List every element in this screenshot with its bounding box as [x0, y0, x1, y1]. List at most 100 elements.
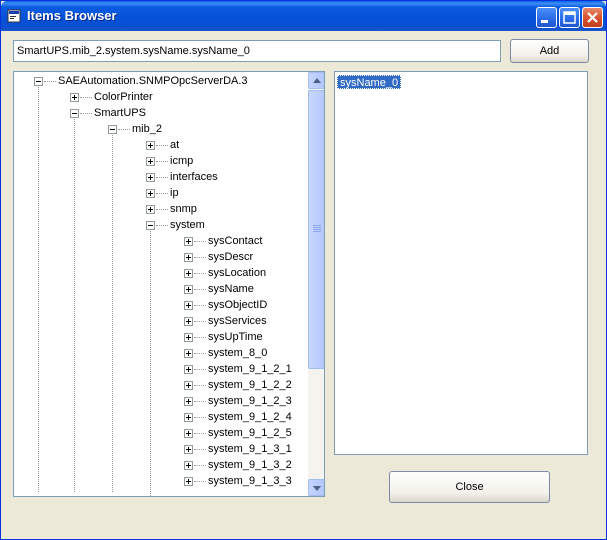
close-button[interactable]: Close	[389, 471, 550, 503]
tree-node-label: system_9_1_2_4	[208, 411, 292, 423]
tree-node-label: sysContact	[208, 235, 263, 247]
tree-node[interactable]: system_9_1_2_5	[14, 426, 308, 442]
tree-connector-line	[156, 161, 168, 162]
tree-connector-line	[194, 465, 206, 466]
add-button[interactable]: Add	[510, 39, 589, 63]
plus-icon[interactable]	[184, 301, 193, 310]
list-item[interactable]: sysName_0	[337, 75, 402, 89]
tree-node[interactable]: sysServices	[14, 314, 308, 330]
plus-icon[interactable]	[146, 157, 155, 166]
minus-icon[interactable]	[70, 109, 79, 118]
tree-node[interactable]: icmp	[14, 154, 308, 170]
tree-node[interactable]: sysUpTime	[14, 330, 308, 346]
tree-node[interactable]: system_8_0	[14, 346, 308, 362]
plus-icon[interactable]	[184, 269, 193, 278]
tree-node[interactable]: ip	[14, 186, 308, 202]
tree-node[interactable]: system_9_1_2_4	[14, 410, 308, 426]
plus-icon[interactable]	[184, 429, 193, 438]
items-list[interactable]: sysName_0	[334, 71, 588, 455]
tree-node-label: system_9_1_3_2	[208, 459, 292, 471]
plus-icon[interactable]	[146, 173, 155, 182]
plus-icon[interactable]	[146, 205, 155, 214]
tree-node[interactable]: sysName	[14, 282, 308, 298]
tree-node[interactable]: sysDescr	[14, 250, 308, 266]
grip-line	[313, 229, 321, 230]
window-title: Items Browser	[27, 8, 117, 23]
tree-node[interactable]: system_9_1_2_3	[14, 394, 308, 410]
tree-node[interactable]: system_9_1_3_3	[14, 474, 308, 490]
tree-node-label: sysLocation	[208, 267, 267, 279]
tree-node-label: ip	[170, 187, 179, 199]
tree-node[interactable]: SmartUPS	[14, 106, 308, 122]
maximize-icon	[563, 11, 576, 24]
tree-node-label: at	[170, 139, 180, 151]
tree-node-label: sysDescr	[208, 251, 254, 263]
tree-node[interactable]: SAEAutomation.SNMPOpcServerDA.3	[14, 74, 308, 90]
close-window-button[interactable]	[582, 7, 603, 28]
plus-icon[interactable]	[184, 413, 193, 422]
plus-icon[interactable]	[184, 397, 193, 406]
plus-icon[interactable]	[184, 381, 193, 390]
tree-node[interactable]: system_9_1_3_2	[14, 458, 308, 474]
tree-node[interactable]: interfaces	[14, 170, 308, 186]
tree-node-label: sysName	[208, 283, 254, 295]
tree-node-label: icmp	[170, 155, 194, 167]
tree-node-label: interfaces	[170, 171, 218, 183]
scroll-down-button[interactable]	[308, 479, 324, 496]
tree-node-label: system_9_1_2_2	[208, 379, 292, 391]
minimize-button[interactable]	[536, 7, 557, 28]
grip-line	[313, 231, 321, 232]
maximize-button[interactable]	[559, 7, 580, 28]
title-bar[interactable]: Items Browser	[1, 1, 606, 31]
tree-node[interactable]: sysLocation	[14, 266, 308, 282]
tree-connector-line	[194, 449, 206, 450]
plus-icon[interactable]	[184, 349, 193, 358]
items-tree[interactable]: SAEAutomation.SNMPOpcServerDA.3 ColorPrin…	[13, 71, 325, 497]
plus-icon[interactable]	[184, 253, 193, 262]
tree-connector-line	[156, 145, 168, 146]
tree-node-label: sysServices	[208, 315, 267, 327]
tree-vertical-scrollbar[interactable]	[308, 72, 324, 496]
tree-node[interactable]: sysObjectID	[14, 298, 308, 314]
tree-node[interactable]: sysContact	[14, 234, 308, 250]
arrow-up-icon	[313, 78, 321, 83]
plus-icon[interactable]	[184, 285, 193, 294]
minus-icon[interactable]	[34, 77, 43, 86]
plus-icon[interactable]	[184, 317, 193, 326]
scroll-up-button[interactable]	[308, 72, 324, 89]
plus-icon[interactable]	[184, 461, 193, 470]
tree-connector-line	[156, 193, 168, 194]
tree-connector-line	[194, 257, 206, 258]
plus-icon[interactable]	[184, 445, 193, 454]
plus-icon[interactable]	[184, 477, 193, 486]
tree-node[interactable]: at	[14, 138, 308, 154]
item-path-input[interactable]	[13, 40, 501, 62]
minus-icon[interactable]	[146, 221, 155, 230]
tree-node[interactable]: mib_2	[14, 122, 308, 138]
tree-node[interactable]: system_9_1_3_1	[14, 442, 308, 458]
tree-connector-line	[80, 97, 92, 98]
scroll-thumb[interactable]	[308, 90, 324, 369]
tree-connector-line	[194, 417, 206, 418]
tree-connector-line	[118, 129, 130, 130]
tree-connector-line	[194, 273, 206, 274]
tree-node[interactable]: system_9_1_2_1	[14, 362, 308, 378]
close-icon	[587, 12, 598, 23]
plus-icon[interactable]	[146, 141, 155, 150]
plus-icon[interactable]	[184, 237, 193, 246]
tree-node[interactable]: snmp	[14, 202, 308, 218]
plus-icon[interactable]	[70, 93, 79, 102]
minus-icon[interactable]	[108, 125, 117, 134]
tree-node-label: system_9_1_2_3	[208, 395, 292, 407]
tree-node-label: mib_2	[132, 123, 162, 135]
items-browser-window: Items Browser Add SAEAutomation.SNMPOpcS…	[0, 0, 607, 540]
tree-node[interactable]: ColorPrinter	[14, 90, 308, 106]
plus-icon[interactable]	[184, 333, 193, 342]
plus-icon[interactable]	[184, 365, 193, 374]
plus-icon[interactable]	[146, 189, 155, 198]
tree-node[interactable]: system_9_1_2_2	[14, 378, 308, 394]
tree-connector-line	[194, 353, 206, 354]
arrow-down-icon	[313, 486, 321, 491]
tree-connector-line	[194, 385, 206, 386]
tree-node[interactable]: system	[14, 218, 308, 234]
